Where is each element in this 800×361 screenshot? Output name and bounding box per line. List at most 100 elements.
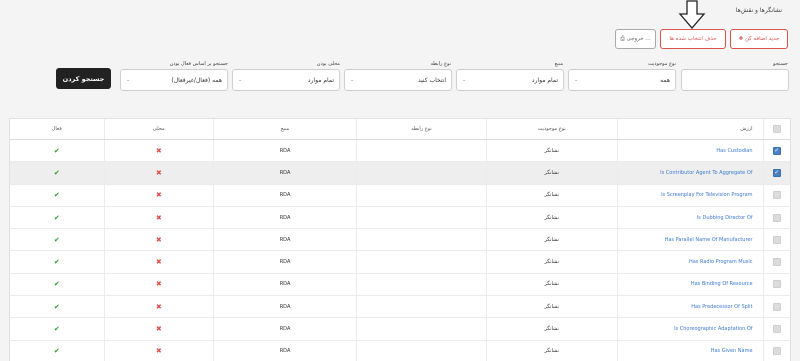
cross-icon: ✖ bbox=[155, 146, 162, 155]
entity-type-cell: نشانگر bbox=[485, 340, 617, 361]
table-header: فعال محلی منبع نوع رابطه نوع موجودیت ارز… bbox=[10, 119, 790, 140]
entity-type-cell: نشانگر bbox=[485, 229, 617, 251]
check-icon: ✔ bbox=[53, 235, 60, 244]
active-cell: ✔ bbox=[10, 341, 104, 361]
entity-type-select[interactable]: ⌄ همه bbox=[568, 69, 676, 91]
source-cell: RDA bbox=[213, 162, 356, 184]
active-cell: ✔ bbox=[10, 207, 104, 228]
relation-type-cell bbox=[356, 140, 486, 162]
delete-selected-button[interactable]: حذف انتخاب شده ها bbox=[660, 29, 726, 49]
header-local[interactable]: محلی bbox=[103, 119, 214, 139]
value-link[interactable]: Has Radio Program Music bbox=[616, 251, 763, 273]
row-checkbox[interactable] bbox=[772, 347, 781, 356]
active-cell: ✔ bbox=[10, 162, 104, 183]
check-icon: ✔ bbox=[53, 146, 60, 155]
header-source[interactable]: منبع bbox=[213, 119, 356, 139]
local-select[interactable]: ⌄ تمام موارد bbox=[232, 69, 340, 91]
chevron-down-icon: ⌄ bbox=[238, 77, 243, 83]
local-cell: ✖ bbox=[103, 184, 214, 206]
entity-type-cell: نشانگر bbox=[485, 162, 617, 184]
relation-type-cell bbox=[356, 184, 486, 206]
header-value[interactable]: ارزش bbox=[616, 119, 763, 139]
row-checkbox[interactable] bbox=[772, 235, 781, 244]
source-cell: RDA bbox=[213, 184, 356, 206]
select-cell bbox=[762, 318, 790, 340]
value-link[interactable]: Has Parallel Name Of Manufacturer bbox=[616, 229, 763, 251]
entity-type-cell: نشانگر bbox=[485, 273, 617, 296]
value-link[interactable]: Is Contributor Agent To Aggregate Of bbox=[616, 162, 763, 184]
header-active[interactable]: فعال bbox=[10, 119, 104, 139]
select-all-checkbox[interactable] bbox=[772, 125, 781, 133]
active-cell: ✔ bbox=[10, 274, 104, 295]
select-cell: ✓ bbox=[762, 140, 790, 162]
local-cell: ✖ bbox=[103, 318, 214, 340]
active-select[interactable]: ⌄ همه (فعال/غیرفعال) bbox=[120, 69, 228, 91]
value-link[interactable]: Has Binding Of Resource bbox=[616, 273, 763, 296]
relation-type-cell bbox=[356, 206, 486, 229]
cross-icon: ✖ bbox=[155, 191, 162, 200]
active-cell: ✔ bbox=[10, 296, 104, 317]
value-link[interactable]: Is Choreographic Adaptation Of bbox=[616, 318, 763, 340]
search-button[interactable]: جستجو کردن bbox=[56, 68, 111, 89]
entity-type-cell: نشانگر bbox=[485, 140, 617, 162]
active-cell: ✔ bbox=[10, 251, 104, 272]
relation-type-select[interactable]: ⌄ انتخاب کنید bbox=[344, 69, 452, 91]
relation-type-label: نوع رابطه bbox=[430, 61, 451, 67]
relation-type-cell bbox=[356, 229, 486, 251]
source-cell: RDA bbox=[213, 140, 356, 162]
table-row[interactable]: ✔ ✖ RDA نشانگر Has Parallel Name Of Manufact… bbox=[10, 229, 790, 252]
active-search-label: جستجو بر اساس فعال بودن bbox=[169, 61, 228, 67]
page-title: نشانگرها و نقش‌ها bbox=[735, 7, 782, 14]
row-checkbox[interactable] bbox=[772, 302, 781, 311]
relation-type-cell bbox=[356, 273, 486, 296]
source-cell: RDA bbox=[213, 296, 356, 318]
table-row[interactable]: ✔ ✖ RDA نشانگر Has Binding Of Resource bbox=[10, 273, 790, 297]
row-checkbox[interactable] bbox=[772, 191, 781, 200]
local-cell: ✖ bbox=[103, 206, 214, 229]
table-row[interactable]: ✔ ✖ RDA نشانگر Is Dubbing Director Of bbox=[10, 206, 790, 230]
source-value: تمام موارد bbox=[531, 76, 558, 84]
row-checkbox[interactable] bbox=[772, 280, 781, 289]
value-link[interactable]: Has Predecessor Of Split bbox=[616, 296, 763, 318]
row-checkbox[interactable]: ✓ bbox=[772, 168, 781, 177]
table-body: ✔ ✖ RDA نشانگر Has Custodian ✓ ✔ ✖ RDA نشانگر Is C… bbox=[10, 140, 790, 361]
chevron-down-icon: ⌄ bbox=[574, 77, 579, 83]
table-row[interactable]: ✔ ✖ RDA نشانگر Has Predecessor Of Split bbox=[10, 296, 790, 319]
select-cell bbox=[762, 340, 790, 361]
table-row[interactable]: ✔ ✖ RDA نشانگر Has Custodian ✓ bbox=[10, 140, 790, 163]
header-entity-type[interactable]: نوع موجودیت bbox=[485, 119, 617, 139]
table-row[interactable]: ✔ ✖ RDA نشانگر Is Choreographic Adaptation O… bbox=[10, 318, 790, 341]
down-arrow-annotation bbox=[678, 0, 706, 29]
table-row[interactable]: ✔ ✖ RDA نشانگر Has Given Name bbox=[10, 340, 790, 361]
table-row[interactable]: ✔ ✖ RDA نشانگر Is Contributor Agent To Aggre… bbox=[10, 162, 790, 185]
row-checkbox[interactable] bbox=[772, 325, 781, 334]
row-checkbox[interactable]: ✓ bbox=[772, 146, 781, 155]
row-checkbox[interactable] bbox=[772, 213, 781, 222]
results-table: فعال محلی منبع نوع رابطه نوع موجودیت ارز… bbox=[9, 118, 791, 361]
active-cell: ✔ bbox=[10, 185, 104, 206]
local-label: محلی بودن bbox=[316, 61, 340, 67]
export-button[interactable]: ⎙ خروجی ... bbox=[615, 29, 656, 49]
relation-type-cell bbox=[356, 318, 486, 340]
relation-type-value: انتخاب کنید bbox=[417, 76, 446, 84]
value-link[interactable]: Has Given Name bbox=[616, 340, 763, 361]
local-cell: ✖ bbox=[103, 229, 214, 251]
value-link[interactable]: Is Screenplay For Television Program bbox=[616, 184, 763, 206]
header-select-all[interactable] bbox=[762, 119, 790, 139]
table-row[interactable]: ✔ ✖ RDA نشانگر Is Screenplay For Television … bbox=[10, 184, 790, 207]
header-relation-type[interactable]: نوع رابطه bbox=[356, 119, 486, 139]
check-icon: ✔ bbox=[53, 347, 60, 356]
row-checkbox[interactable] bbox=[772, 258, 781, 267]
table-row[interactable]: ✔ ✖ RDA نشانگر Has Radio Program Music bbox=[10, 251, 790, 274]
add-new-button[interactable]: ✚ جدید اضافه کن bbox=[730, 29, 788, 49]
value-link[interactable]: Is Dubbing Director Of bbox=[616, 206, 763, 229]
search-input[interactable] bbox=[681, 69, 789, 91]
source-cell: RDA bbox=[213, 340, 356, 361]
check-icon: ✔ bbox=[53, 325, 60, 334]
entity-type-cell: نشانگر bbox=[485, 251, 617, 273]
source-select[interactable]: ⌄ تمام موارد bbox=[456, 69, 564, 91]
local-cell: ✖ bbox=[103, 340, 214, 361]
select-cell bbox=[762, 184, 790, 206]
entity-type-cell: نشانگر bbox=[485, 206, 617, 229]
value-link[interactable]: Has Custodian bbox=[616, 140, 763, 162]
